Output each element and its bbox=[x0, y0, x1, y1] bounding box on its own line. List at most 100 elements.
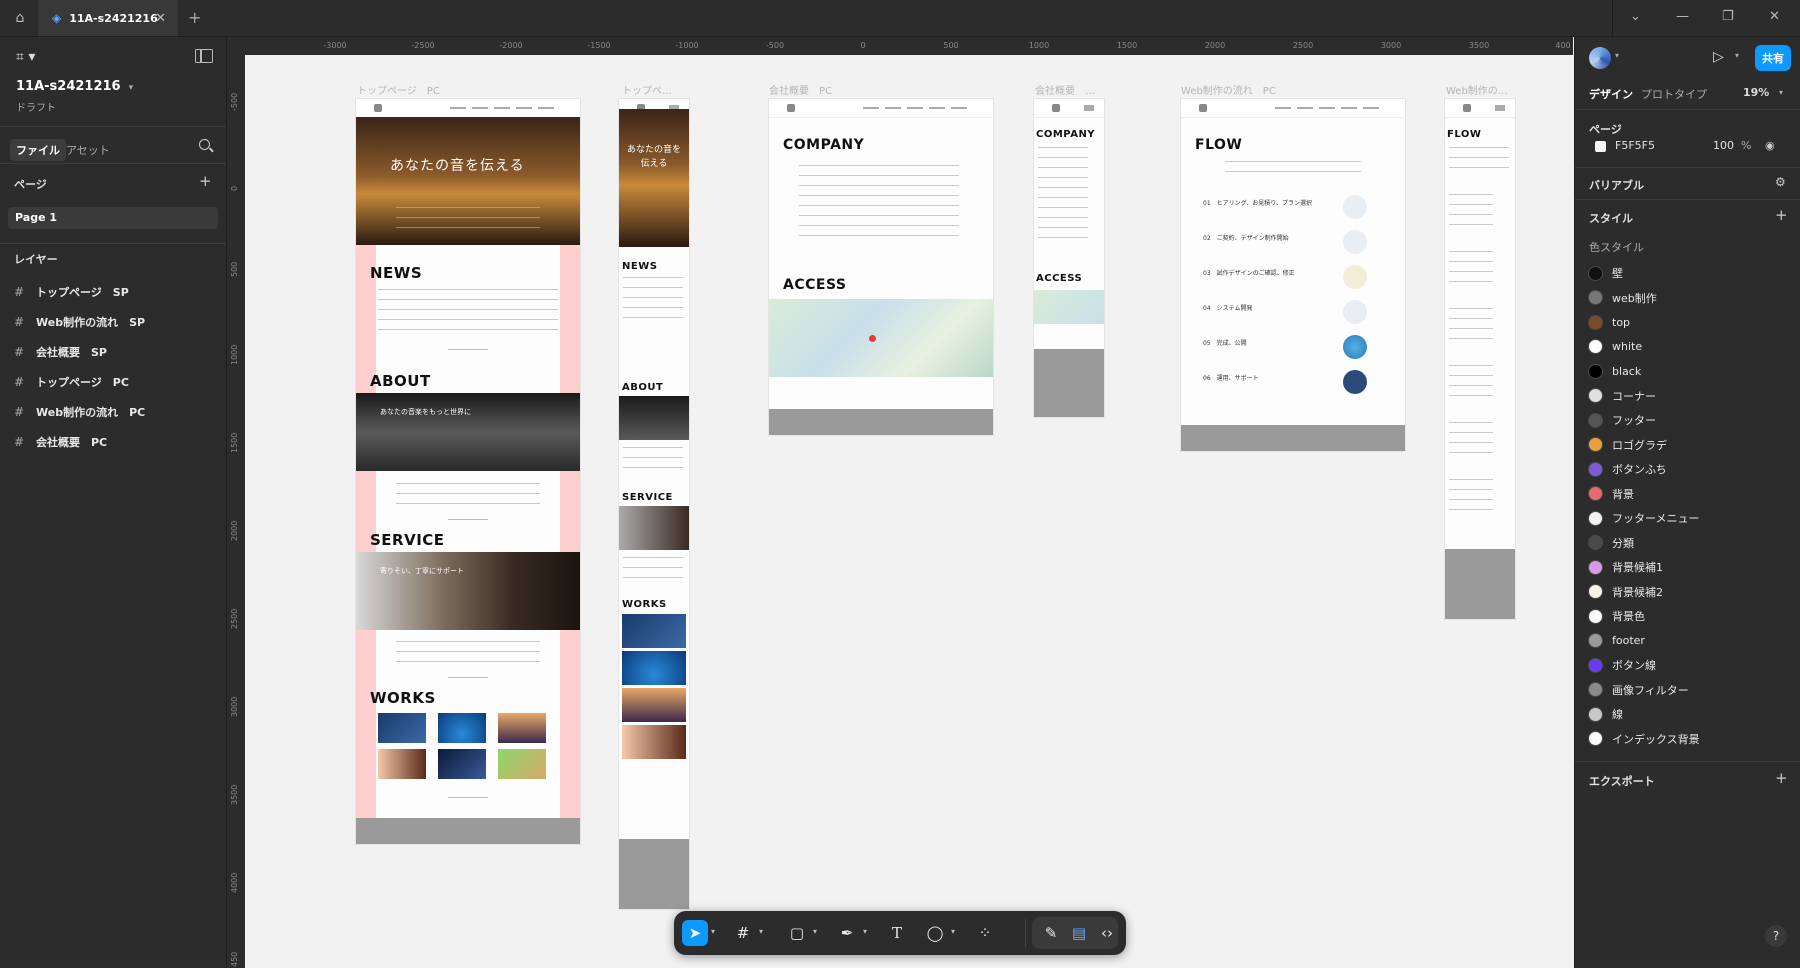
chevron-down-icon[interactable]: ▾ bbox=[863, 927, 867, 936]
file-title-text: 11A-s2421216 bbox=[16, 79, 121, 94]
page-bg-hex[interactable]: F5F5F5 bbox=[1615, 139, 1655, 152]
color-style-item[interactable]: 画像フィルター bbox=[1589, 680, 1689, 700]
components-tool-icon[interactable]: ⁘ bbox=[972, 920, 998, 946]
share-button[interactable]: 共有 bbox=[1755, 45, 1791, 71]
color-style-item[interactable]: フッターメニュー bbox=[1589, 508, 1700, 528]
color-style-item[interactable]: black bbox=[1589, 361, 1641, 381]
code-tool-icon[interactable]: ‹› bbox=[1094, 920, 1120, 946]
chevron-down-icon[interactable]: ▾ bbox=[951, 927, 955, 936]
color-style-item[interactable]: web制作 bbox=[1589, 288, 1657, 308]
frame-tool-icon[interactable]: # bbox=[730, 920, 756, 946]
home-icon[interactable]: ⌂ bbox=[8, 6, 32, 30]
title-bar: ⌂ ◈ 11A-s2421216 ✕ + ⌄ — ❐ ✕ bbox=[0, 0, 1800, 37]
frame-label-company-pc[interactable]: 会社概要 PC bbox=[769, 82, 832, 97]
frame-label-flow-sp[interactable]: Web制作の… bbox=[1446, 82, 1508, 97]
more-button bbox=[448, 669, 488, 678]
frame-flow-pc[interactable]: FLOW 01 ヒアリング、お見積り、プラン選択 02 ご契約、デザイン制作開始… bbox=[1181, 99, 1405, 451]
chevron-down-icon[interactable]: ▾ bbox=[759, 927, 763, 936]
tab-prototype[interactable]: プロトタイプ bbox=[1641, 86, 1707, 102]
chevron-down-icon[interactable]: ▾ bbox=[813, 927, 817, 936]
comment-tool-icon[interactable]: ◯ bbox=[922, 920, 948, 946]
help-icon[interactable]: ? bbox=[1765, 925, 1787, 947]
tab-assets[interactable]: アセット bbox=[60, 139, 116, 161]
color-style-item[interactable]: footer bbox=[1589, 631, 1645, 651]
works-thumbnail bbox=[498, 713, 546, 743]
layer-item[interactable]: # トップページ PC bbox=[14, 372, 129, 392]
move-tool-icon[interactable]: ➤ bbox=[682, 920, 708, 946]
color-style-item[interactable]: 壁 bbox=[1589, 263, 1623, 283]
color-style-item[interactable]: フッター bbox=[1589, 410, 1656, 430]
draw-tool-icon[interactable]: ✎ bbox=[1038, 920, 1064, 946]
file-subtitle: ドラフト bbox=[16, 103, 56, 114]
frame-company-pc[interactable]: COMPANY ACCESS bbox=[769, 99, 993, 435]
layer-item[interactable]: # 会社概要 PC bbox=[14, 432, 107, 452]
section-heading: COMPANY bbox=[783, 137, 865, 153]
file-tab[interactable]: ◈ 11A-s2421216 ✕ bbox=[38, 0, 178, 36]
zoom-level[interactable]: 19% bbox=[1743, 86, 1769, 99]
ruler-tick: 1500 bbox=[230, 432, 239, 453]
close-window-icon[interactable]: ✕ bbox=[1769, 9, 1780, 24]
section-heading: WORKS bbox=[622, 599, 667, 610]
add-export-icon[interactable]: + bbox=[1775, 769, 1788, 787]
tab-design[interactable]: デザイン bbox=[1589, 86, 1633, 102]
dev-mode-tool-icon[interactable]: ▤ bbox=[1066, 920, 1092, 946]
adjust-variables-icon[interactable]: ⚙ bbox=[1775, 175, 1786, 189]
chevron-down-icon[interactable]: ▾ bbox=[711, 927, 715, 936]
add-style-icon[interactable]: + bbox=[1775, 206, 1788, 224]
present-play-icon[interactable]: ▷ bbox=[1713, 49, 1724, 65]
color-swatch[interactable] bbox=[1595, 141, 1606, 152]
color-style-item[interactable]: ボタンふち bbox=[1589, 459, 1667, 479]
color-style-item[interactable]: 線 bbox=[1589, 704, 1623, 724]
minimize-icon[interactable]: — bbox=[1676, 9, 1689, 24]
frame-company-sp[interactable]: COMPANY ACCESS bbox=[1034, 99, 1104, 417]
user-avatar[interactable] bbox=[1589, 47, 1611, 69]
close-tab-icon[interactable]: ✕ bbox=[155, 11, 166, 26]
layer-item[interactable]: # 会社概要 SP bbox=[14, 342, 107, 362]
frame-label-flow-pc[interactable]: Web制作の流れ PC bbox=[1181, 82, 1276, 97]
new-tab-icon[interactable]: + bbox=[188, 8, 201, 27]
color-style-item[interactable]: 背景候補1 bbox=[1589, 557, 1663, 577]
color-style-item[interactable]: white bbox=[1589, 337, 1642, 357]
frame-top-sp[interactable]: あなたの音を伝える NEWS ABOUT SERVICE WORKS bbox=[619, 99, 689, 909]
maximize-icon[interactable]: ❐ bbox=[1722, 9, 1734, 24]
color-style-item[interactable]: 背景色 bbox=[1589, 606, 1645, 626]
rectangle-tool-icon[interactable]: ▢ bbox=[784, 920, 810, 946]
frame-label-top-sp[interactable]: トップペ… bbox=[622, 82, 672, 97]
chevron-down-icon[interactable]: ▾ bbox=[1779, 88, 1783, 97]
color-style-item[interactable]: インデックス背景 bbox=[1589, 729, 1700, 749]
color-style-item[interactable]: ロゴグラデ bbox=[1589, 435, 1667, 455]
ruler-tick: -1500 bbox=[587, 41, 611, 50]
color-style-item[interactable]: 分類 bbox=[1589, 533, 1634, 553]
color-style-item[interactable]: ボタン線 bbox=[1589, 655, 1656, 675]
text-tool-icon[interactable]: T bbox=[884, 920, 910, 946]
main-menu-icon[interactable]: ⌗ ▾ bbox=[16, 49, 35, 65]
color-swatch bbox=[1589, 683, 1602, 696]
chevron-down-icon[interactable]: ⌄ bbox=[1630, 9, 1641, 24]
toggle-sidebar-icon[interactable] bbox=[195, 49, 213, 63]
color-style-label: フッターメニュー bbox=[1612, 512, 1700, 525]
frame-flow-sp[interactable]: FLOW bbox=[1445, 99, 1515, 619]
page-bg-opacity[interactable]: 100 bbox=[1713, 139, 1734, 152]
color-style-item[interactable]: コーナー bbox=[1589, 386, 1656, 406]
layer-item[interactable]: # トップページ SP bbox=[14, 282, 129, 302]
pen-tool-icon[interactable]: ✒ bbox=[834, 920, 860, 946]
chevron-down-icon[interactable]: ▾ bbox=[1735, 51, 1739, 60]
frame-label-top-pc[interactable]: トップページ PC bbox=[357, 82, 440, 97]
file-title[interactable]: 11A-s2421216 ▾ bbox=[16, 79, 133, 94]
color-style-item[interactable]: 背景 bbox=[1589, 484, 1634, 504]
tab-file[interactable]: ファイル bbox=[10, 139, 66, 161]
layer-item[interactable]: # Web制作の流れ SP bbox=[14, 312, 145, 332]
search-icon[interactable] bbox=[199, 139, 210, 150]
chevron-down-icon[interactable]: ▾ bbox=[1615, 51, 1619, 60]
color-style-item[interactable]: top bbox=[1589, 312, 1630, 332]
page-item[interactable]: Page 1 bbox=[8, 207, 218, 229]
eye-icon[interactable]: ◉ bbox=[1765, 139, 1775, 152]
map-pin-icon bbox=[869, 335, 876, 342]
design-canvas[interactable]: -3000 -2500 -2000 -1500 -1000 -500 0 500… bbox=[227, 37, 1573, 968]
frame-label-company-sp[interactable]: 会社概要 … bbox=[1035, 82, 1095, 97]
color-style-item[interactable]: 背景候補2 bbox=[1589, 582, 1663, 602]
page-background-row[interactable]: F5F5F5 100 % ◉ bbox=[1589, 136, 1777, 158]
add-page-icon[interactable]: + bbox=[199, 172, 212, 190]
frame-top-pc[interactable]: あなたの音を伝える NEWS ABOUT あなたの音楽をもっと世界に SERVI… bbox=[356, 99, 580, 844]
layer-item[interactable]: # Web制作の流れ PC bbox=[14, 402, 145, 422]
